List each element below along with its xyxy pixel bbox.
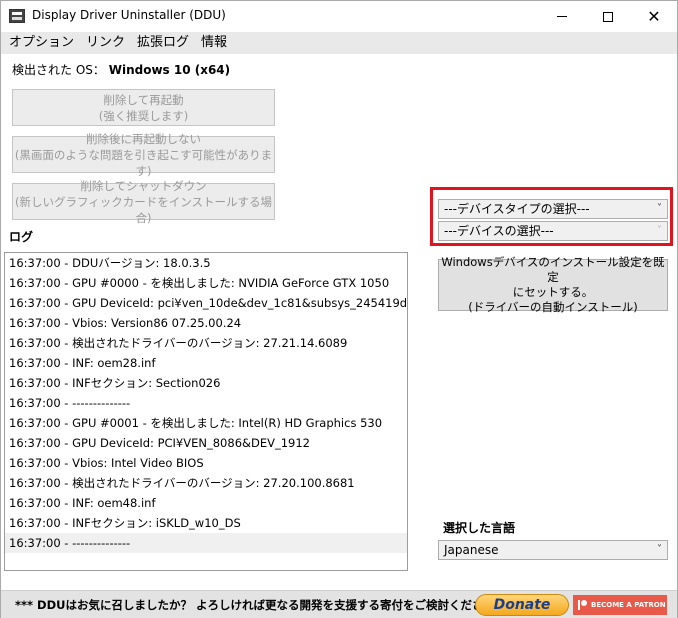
maximize-button[interactable]	[585, 1, 631, 32]
log-entry[interactable]: 16:37:00 - Vbios: Version86 07.25.00.24	[5, 313, 407, 333]
log-label: ログ	[9, 230, 34, 244]
log-entry[interactable]: 16:37:00 - DDUバージョン: 18.0.3.5	[5, 253, 407, 273]
log-entry[interactable]: 16:37:00 - INF: oem28.inf	[5, 353, 407, 373]
app-window: Display Driver Uninstaller (DDU) ✕ オプション…	[0, 0, 678, 618]
window-title: Display Driver Uninstaller (DDU)	[32, 8, 226, 22]
become-patron-button[interactable]: BECOME A PATRON	[573, 595, 667, 615]
patreon-icon	[578, 600, 587, 610]
detected-os: 検出された OS： Windows 10 (x64)	[12, 61, 230, 78]
language-select[interactable]: Japanese ˅	[438, 540, 668, 560]
log-entry[interactable]: 16:37:00 - 検出されたドライバーのバージョン: 27.21.14.60…	[5, 333, 407, 353]
menu-bar: オプション リンク 拡張ログ 情報	[1, 32, 677, 54]
windows-install-line-2: にセットする。	[512, 285, 594, 299]
clean-no-restart-label: 削除後に再起動しない	[86, 131, 201, 146]
ddu-app-icon	[9, 9, 25, 23]
donate-button[interactable]: Donate	[475, 594, 569, 616]
windows-install-line-1: Windowsデバイスのインストール設定を既定	[441, 255, 665, 284]
chevron-down-icon: ˅	[657, 225, 662, 236]
log-entry-selected[interactable]: 16:37:00 - --------------	[5, 533, 407, 553]
menu-info[interactable]: 情報	[195, 32, 233, 54]
clean-and-restart-label: 削除して再起動	[103, 92, 184, 107]
clean-and-restart-button[interactable]: 削除して再起動 (強く推奨します)	[12, 89, 275, 126]
windows-device-install-default-button[interactable]: Windowsデバイスのインストール設定を既定 にセットする。 (ドライバーの自…	[438, 255, 668, 314]
device-select[interactable]: ---デバイスの選択--- ˅	[438, 221, 668, 241]
device-type-select-value: ---デバイスタイプの選択---	[444, 202, 590, 216]
device-type-select[interactable]: ---デバイスタイプの選択--- ˅	[438, 199, 668, 219]
clean-and-shutdown-button[interactable]: 削除してシャットダウン (新しいグラフィックカードをインストールする場合)	[12, 179, 275, 225]
log-entry[interactable]: 16:37:00 - INFセクション: Section026	[5, 373, 407, 393]
language-label: 選択した言語	[443, 521, 516, 535]
clean-no-restart-note: (黒画面のような問題を引き起こす可能性があります)	[14, 147, 273, 178]
clean-and-shutdown-label: 削除してシャットダウン	[80, 178, 207, 193]
log-entry[interactable]: 16:37:00 - GPU #0001 - を検出しました: Intel(R)…	[5, 413, 407, 433]
clean-and-restart-note: (強く推奨します)	[98, 108, 189, 123]
language-select-value: Japanese	[444, 543, 499, 557]
menu-options[interactable]: オプション	[3, 32, 80, 54]
chevron-down-icon: ˅	[657, 203, 662, 214]
windows-install-line-3: (ドライバーの自動インストール)	[468, 300, 638, 314]
close-icon: ✕	[647, 6, 661, 26]
log-entry[interactable]: 16:37:00 - GPU #0000 - を検出しました: NVIDIA G…	[5, 273, 407, 293]
log-entry[interactable]: 16:37:00 - Vbios: Intel Video BIOS	[5, 453, 407, 473]
donation-message: *** DDUはお気に召しましたか？ よろしければ更なる開発を支援する寄付をご検…	[15, 598, 525, 612]
log-list[interactable]: 16:37:00 - DDUバージョン: 18.0.3.5 16:37:00 -…	[4, 252, 408, 571]
donation-footer: *** DDUはお気に召しましたか？ よろしければ更なる開発を支援する寄付をご検…	[1, 590, 677, 618]
chevron-down-icon: ˅	[657, 544, 662, 555]
minimize-button[interactable]	[539, 1, 585, 32]
detected-os-value: Windows 10 (x64)	[108, 63, 231, 77]
become-patron-label: BECOME A PATRON	[591, 601, 666, 609]
log-entry[interactable]: 16:37:00 - INFセクション: iSKLD_w10_DS	[5, 513, 407, 533]
clean-no-restart-button[interactable]: 削除後に再起動しない (黒画面のような問題を引き起こす可能性があります)	[12, 132, 275, 178]
log-entry[interactable]: 16:37:00 - GPU DeviceId: pci¥ven_10de&de…	[5, 293, 407, 313]
log-entry[interactable]: 16:37:00 - --------------	[5, 393, 407, 413]
menu-extended-log[interactable]: 拡張ログ	[131, 32, 195, 54]
clean-and-shutdown-note: (新しいグラフィックカードをインストールする場合)	[14, 194, 273, 225]
log-entry[interactable]: 16:37:00 - GPU DeviceId: PCI¥VEN_8086&DE…	[5, 433, 407, 453]
log-entry[interactable]: 16:37:00 - 検出されたドライバーのバージョン: 27.20.100.8…	[5, 473, 407, 493]
device-select-value: ---デバイスの選択---	[444, 224, 554, 238]
close-button[interactable]: ✕	[631, 1, 677, 32]
detected-os-label: 検出された OS：	[12, 63, 105, 77]
maximize-icon	[603, 11, 613, 22]
minimize-icon	[557, 16, 567, 17]
title-bar: Display Driver Uninstaller (DDU) ✕	[1, 1, 677, 32]
menu-links[interactable]: リンク	[80, 32, 131, 54]
log-entry[interactable]: 16:37:00 - INF: oem48.inf	[5, 493, 407, 513]
